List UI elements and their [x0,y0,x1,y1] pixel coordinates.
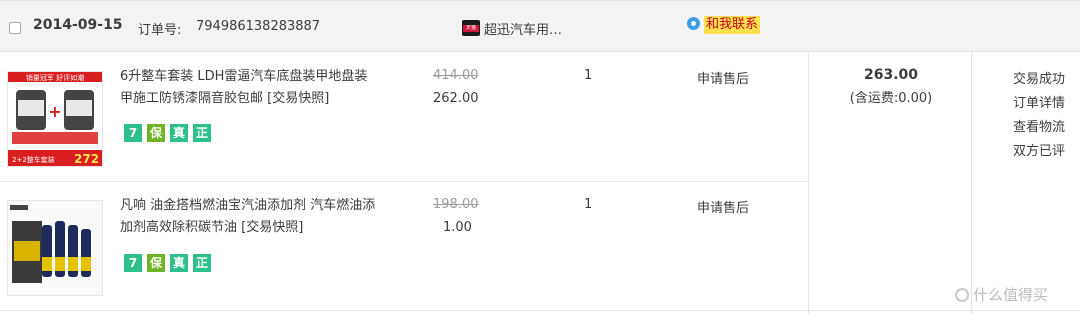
item-divider [0,181,808,182]
order-number-label: 订单号: [138,23,182,38]
order-total: 263.00 [863,67,919,83]
shop-name-link[interactable]: 超迅汽车用… [484,19,562,38]
contact-seller-button[interactable]: 和我联系 [704,16,761,34]
order-number: 794986138283887 [196,19,321,34]
order-detail-link[interactable]: 订单详情 [1013,92,1065,116]
authentic-icon[interactable]: 正 [193,254,211,272]
watermark-logo-icon [955,288,969,302]
service-badges-2: 7保真正 [124,254,216,272]
authentic-icon[interactable]: 正 [193,124,211,142]
order-status-cell: 交易成功 订单详情 查看物流 双方已评 [1013,68,1065,164]
guarantee-icon[interactable]: 保 [147,254,165,272]
svg-text:272: 272 [74,152,99,166]
snapshot-link-1[interactable]: [交易快照] [267,91,329,106]
view-logistics-link[interactable]: 查看物流 [1013,116,1065,140]
original-price-1: 414.00 [433,68,479,83]
order-bottom-border [0,310,1080,311]
genuine-icon[interactable]: 真 [170,124,188,142]
guarantee-icon[interactable]: 保 [147,124,165,142]
after-sale-link-2[interactable]: 申请售后 [697,197,749,216]
svg-text:+: + [48,102,61,121]
wangwang-icon[interactable] [687,17,700,30]
seven-day-return-icon[interactable]: 7 [124,124,142,142]
tmall-icon: 天猫 [462,20,480,36]
watermark: 什么值得买 [955,284,1048,305]
tmall-icon-text: 天猫 [463,25,479,32]
original-price-2: 198.00 [433,197,479,212]
paid-price-1: 262.00 [433,91,479,106]
service-badges-1: 7保真正 [124,124,216,142]
svg-text:2+2整车套装: 2+2整车套装 [12,155,55,164]
product-thumbnail-1[interactable]: 销量冠军 好评如潮 + 2+2整车套装 272 [7,71,103,167]
after-sale-link-1[interactable]: 申请售后 [697,68,749,87]
order-total-cell: 263.00 (含运费:0.00) [810,67,972,106]
genuine-icon[interactable]: 真 [170,254,188,272]
snapshot-link-2[interactable]: [交易快照] [241,220,303,235]
column-divider-total [808,52,809,314]
order-header: 2014-09-15 订单号: 794986138283887 天猫 超迅汽车用… [0,0,1080,52]
quantity-1: 1 [584,68,593,83]
order-card: 2014-09-15 订单号: 794986138283887 天猫 超迅汽车用… [0,0,1080,314]
paid-price-2: 1.00 [443,220,472,235]
watermark-text: 什么值得买 [973,286,1049,304]
product-title-2[interactable]: 凡响 油金搭档燃油宝汽油添加剂 汽车燃油添加剂高效除积碳节油 [交易快照] [120,195,380,239]
order-checkbox[interactable] [9,22,21,34]
order-date: 2014-09-15 [33,17,123,33]
seven-day-return-icon[interactable]: 7 [124,254,142,272]
quantity-2: 1 [584,197,593,212]
svg-text:销量冠军 好评如潮: 销量冠军 好评如潮 [26,73,84,82]
product-thumbnail-2[interactable] [7,200,103,296]
product-title-1[interactable]: 6升整车套装 LDH雷逼汽车底盘装甲地盘装甲施工防锈漆隔音胶包邮 [交易快照] [120,66,380,110]
trade-status: 交易成功 [1013,72,1066,87]
product-title-link-1[interactable]: 6升整车套装 LDH雷逼汽车底盘装甲地盘装甲施工防锈漆隔音胶包邮 [120,69,367,106]
review-status[interactable]: 双方已评 [1013,140,1065,164]
shipping-fee: (含运费:0.00) [849,91,933,106]
